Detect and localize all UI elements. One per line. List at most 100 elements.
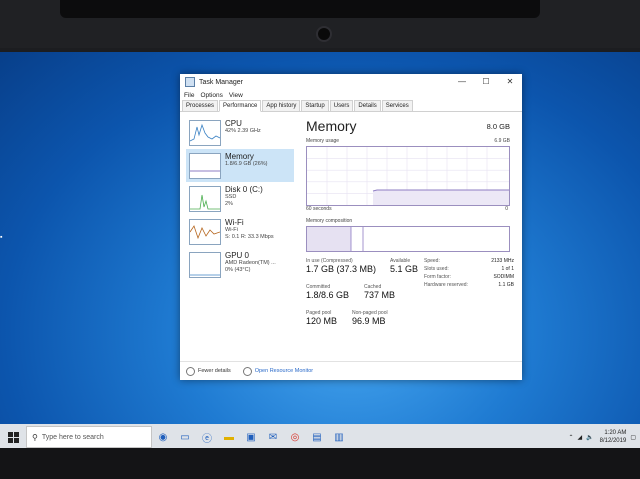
sidebar-item-cpu[interactable]: CPU 42% 2.39 GHz <box>186 116 294 149</box>
laptop-bezel-bottom <box>0 448 640 479</box>
edge-icon[interactable]: ⓔ <box>196 424 218 450</box>
sidebar-disk-name: Disk 0 (C:) <box>225 185 263 194</box>
time-span-label: 60 seconds <box>306 206 332 212</box>
chrome-icon[interactable]: ◎ <box>284 424 306 450</box>
open-resource-monitor-label: Open Resource Monitor <box>254 368 314 374</box>
detail-row: Hardware reserved: 1.1 GB <box>424 282 514 290</box>
detail-row: Form factor: SODIMM <box>424 274 514 282</box>
sidebar-wifi-rate: S: 0.1 R: 33.3 Mbps <box>225 234 274 240</box>
sidebar-wifi-sub: Wi-Fi <box>225 227 238 233</box>
tab-performance[interactable]: Performance <box>219 100 262 112</box>
performance-panel: CPU 42% 2.39 GHz Memory 1.8/6.9 GB (26%) <box>180 112 522 362</box>
tab-users[interactable]: Users <box>329 100 354 111</box>
desktop-edge-icon: ▪ <box>0 234 3 241</box>
maximize-button[interactable]: ☐ <box>474 74 498 90</box>
sidebar-item-disk[interactable]: Disk 0 (C:) SSD 2% <box>186 182 294 215</box>
sidebar-disk-usage: 2% <box>225 201 233 207</box>
app-icon[interactable]: ▤ <box>306 424 328 450</box>
window-title: Task Manager <box>199 78 243 86</box>
taskbar-search[interactable]: ⚲ Type here to search <box>26 426 152 448</box>
menu-file[interactable]: File <box>184 92 194 99</box>
tab-details[interactable]: Details <box>354 100 381 111</box>
available-value: 5.1 GB <box>390 264 419 274</box>
sidebar-gpu-name: GPU 0 <box>225 251 250 260</box>
memory-usage-graph <box>306 146 510 206</box>
sidebar-memory-name: Memory <box>225 152 254 161</box>
detail-value: 1.1 GB <box>498 282 514 288</box>
sidebar-cpu-sub: 42% 2.39 GHz <box>225 128 261 134</box>
task-manager-icon <box>185 77 195 87</box>
memory-usage-label: Memory usage <box>306 138 340 144</box>
memory-composition-label: Memory composition <box>306 218 353 224</box>
resource-monitor-icon <box>242 366 252 376</box>
non-paged-pool-value: 96.9 MB <box>352 316 386 326</box>
wifi-thumbnail-graph <box>189 219 221 245</box>
clock-time: 1:20 AM <box>604 430 627 436</box>
detail-value: 1 of 1 <box>501 266 514 272</box>
cached-value: 737 MB <box>364 290 396 300</box>
memory-hardware-details: Speed: 2133 MHz Slots used: 1 of 1 Form fa… <box>424 258 514 290</box>
store-icon[interactable]: ▣ <box>240 424 262 450</box>
detail-key: Hardware reserved: <box>424 282 468 288</box>
detail-row: Slots used: 1 of 1 <box>424 266 514 274</box>
memory-usage-max: 6.9 GB <box>494 138 510 144</box>
windows-logo-icon <box>7 431 19 443</box>
menu-bar: File Options View <box>180 90 522 100</box>
task-manager-window: Task Manager — ☐ ✕ File Options View Pro… <box>180 74 522 380</box>
network-icon[interactable]: ◢ <box>578 434 583 441</box>
sidebar-wifi-name: Wi-Fi <box>225 218 244 227</box>
sidebar-item-memory[interactable]: Memory 1.8/6.9 GB (26%) <box>186 149 294 182</box>
tab-processes[interactable]: Processes <box>182 100 219 111</box>
gpu-thumbnail-graph <box>189 252 221 278</box>
sidebar-disk-type: SSD <box>225 194 237 200</box>
committed-value: 1.8/8.6 GB <box>306 290 350 300</box>
resource-sidebar: CPU 42% 2.39 GHz Memory 1.8/6.9 GB (26%) <box>186 116 294 281</box>
search-icon: ⚲ <box>32 432 38 442</box>
tab-services[interactable]: Services <box>381 100 413 111</box>
memory-composition-bar <box>306 226 510 252</box>
lid-edge <box>60 0 540 18</box>
chevron-up-icon <box>186 366 195 376</box>
task-view-icon[interactable]: ▭ <box>174 424 196 450</box>
sidebar-item-wifi[interactable]: Wi-Fi Wi-Fi S: 0.1 R: 33.3 Mbps <box>186 215 294 248</box>
action-center-icon[interactable]: ▢ <box>630 434 636 441</box>
detail-key: Slots used: <box>424 266 449 272</box>
sidebar-item-gpu[interactable]: GPU 0 AMD Radeon(TM) ... 0% (43°C) <box>186 248 294 281</box>
tab-bar: Processes Performance App history Startu… <box>180 100 522 112</box>
file-explorer-icon[interactable]: ▬ <box>218 424 240 450</box>
title-bar[interactable]: Task Manager — ☐ ✕ <box>180 74 522 90</box>
system-tray: ⌃ ◢ 🔈 1:20 AM 8/12/2019 ▢ <box>568 424 636 450</box>
window-footer: Fewer details Open Resource Monitor <box>180 361 522 380</box>
minimize-button[interactable]: — <box>450 74 474 90</box>
menu-options[interactable]: Options <box>200 92 222 99</box>
volume-icon[interactable]: 🔈 <box>586 434 593 441</box>
desktop: ▪ Task Manager — ☐ ✕ File Options View P… <box>0 52 640 452</box>
laptop-bezel-top <box>0 0 640 48</box>
axis-zero-label: 0 <box>505 206 508 212</box>
close-button[interactable]: ✕ <box>498 74 522 90</box>
open-resource-monitor-link[interactable]: Open Resource Monitor <box>242 366 314 376</box>
taskbar: ⚲ Type here to search ◉ ▭ ⓔ ▬ ▣ ✉ ◎ ▤ ▥ … <box>0 424 640 450</box>
sidebar-memory-sub: 1.8/6.9 GB (26%) <box>225 161 268 167</box>
cpu-thumbnail-graph <box>189 120 221 146</box>
sidebar-gpu-usage: 0% (43°C) <box>225 267 251 273</box>
fewer-details-button[interactable]: Fewer details <box>186 366 231 376</box>
start-button[interactable] <box>0 424 26 450</box>
tab-app-history[interactable]: App history <box>262 100 301 111</box>
mail-icon[interactable]: ✉ <box>262 424 284 450</box>
sidebar-cpu-name: CPU <box>225 119 242 128</box>
cortana-icon[interactable]: ◉ <box>152 424 174 450</box>
webcam <box>316 26 332 42</box>
task-manager-taskbar-icon[interactable]: ▥ <box>328 424 350 450</box>
memory-thumbnail-graph <box>189 153 221 179</box>
detail-key: Form factor: <box>424 274 451 280</box>
paged-pool-value: 120 MB <box>306 316 338 326</box>
memory-total: 8.0 GB <box>486 122 510 131</box>
in-use-value: 1.7 GB (37.3 MB) <box>306 264 377 274</box>
notification-chevron-icon[interactable]: ⌃ <box>568 434 573 441</box>
clock[interactable]: 1:20 AM 8/12/2019 <box>600 429 627 445</box>
detail-row: Speed: 2133 MHz <box>424 258 514 266</box>
menu-view[interactable]: View <box>229 92 243 99</box>
tab-startup[interactable]: Startup <box>301 100 329 111</box>
disk-thumbnail-graph <box>189 186 221 212</box>
